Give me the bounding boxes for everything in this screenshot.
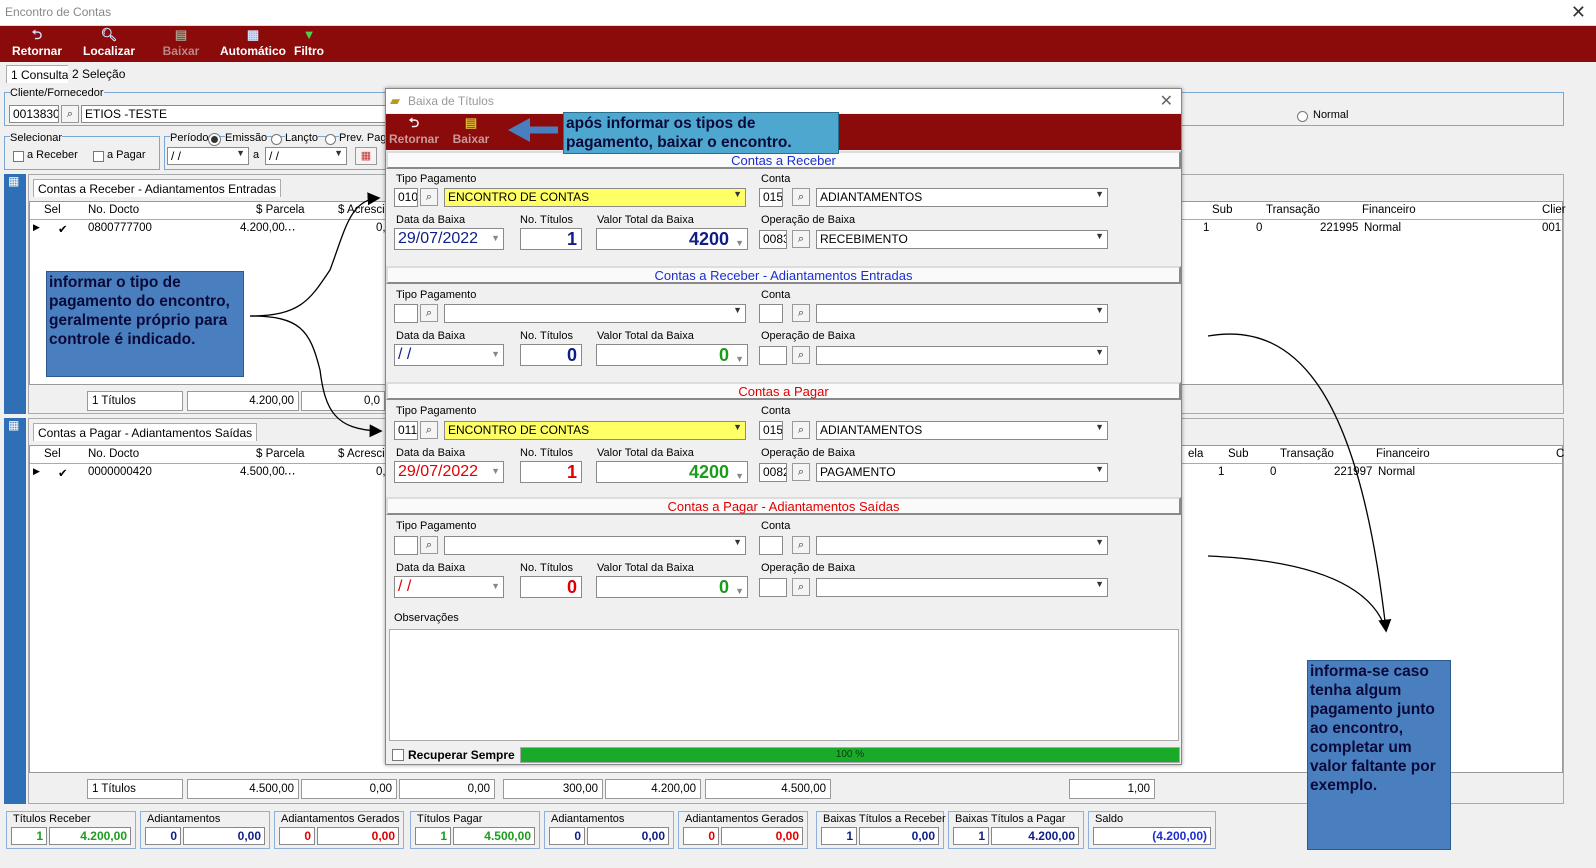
summary-label: Adiantamentos Gerados	[281, 813, 400, 825]
summary-box: Saldo (4.200,00)	[1088, 811, 1216, 849]
arrow-baixar-head	[508, 118, 530, 142]
summary-count: 1	[11, 827, 47, 845]
summary-count: 1	[821, 827, 857, 845]
summary-value: 0,00	[587, 827, 669, 845]
summary-count: 1	[415, 827, 451, 845]
arrow-to-tipo-receber	[249, 192, 381, 317]
summary-label: Títulos Receber	[13, 813, 91, 825]
arrow-from-pagar-adiant	[1207, 555, 1387, 631]
summary-value: 0,00	[859, 827, 939, 845]
summary-value: 0,00	[183, 827, 265, 845]
summary-label: Baixas Títulos a Receber	[823, 813, 946, 825]
arrow-from-receber-adiant	[1207, 333, 1392, 633]
summary-box: Baixas Títulos a Receber 1 0,00	[816, 811, 946, 849]
summary-value: 0,00	[317, 827, 399, 845]
summary-box: Títulos Pagar 1 4.500,00	[410, 811, 540, 849]
summary-label: Adiantamentos	[147, 813, 221, 825]
summary-count: 0	[549, 827, 585, 845]
summary-value: (4.200,00)	[1093, 827, 1211, 845]
summary-label: Saldo	[1095, 813, 1124, 825]
summary-box: Adiantamentos Gerados 0 0,00	[678, 811, 808, 849]
summary-count: 0	[145, 827, 181, 845]
summary-box: Adiantamentos Gerados 0 0,00	[274, 811, 404, 849]
summary-count: 0	[683, 827, 719, 845]
summary-box: Adiantamentos 0 0,00	[544, 811, 674, 849]
summary-value: 4.200,00	[49, 827, 131, 845]
summary-count: 1	[953, 827, 989, 845]
summary-value: 4.500,00	[453, 827, 535, 845]
summary-count: 0	[279, 827, 315, 845]
arrow-to-tipo-pagar	[249, 315, 383, 438]
summary-box: Adiantamentos 0 0,00	[140, 811, 270, 849]
summary-label: Adiantamentos	[551, 813, 625, 825]
summary-label: Adiantamentos Gerados	[685, 813, 804, 825]
summary-value: 4.200,00	[991, 827, 1079, 845]
summary-label: Títulos Pagar	[417, 813, 483, 825]
summary-value: 0,00	[721, 827, 803, 845]
summary-box: Baixas Títulos a Pagar 1 4.200,00	[948, 811, 1084, 849]
annotation-arrows	[249, 118, 1392, 633]
summary-box: Títulos Receber 1 4.200,00	[6, 811, 136, 849]
summary-label: Baixas Títulos a Pagar	[955, 813, 1066, 825]
